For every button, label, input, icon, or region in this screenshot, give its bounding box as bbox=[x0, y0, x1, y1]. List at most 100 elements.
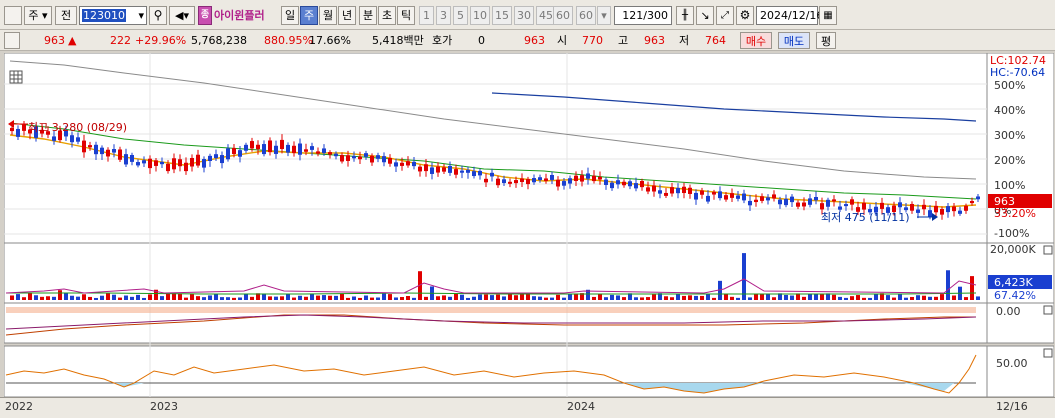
candle-body bbox=[190, 157, 194, 167]
candle-body bbox=[124, 154, 128, 165]
theme-badge[interactable]: 종 bbox=[198, 6, 212, 25]
candle-body bbox=[862, 202, 866, 210]
candle-type-icon[interactable]: ╫ bbox=[676, 6, 694, 25]
candle-body bbox=[694, 192, 698, 200]
candle-body bbox=[958, 210, 962, 214]
volume-bar bbox=[358, 297, 362, 300]
candle-body bbox=[478, 170, 482, 176]
period-daily[interactable]: 일 bbox=[281, 6, 299, 25]
candle-body bbox=[472, 171, 476, 177]
rsi-panel-close-icon[interactable] bbox=[1043, 348, 1053, 358]
volume-bar bbox=[454, 293, 458, 300]
candle-body bbox=[460, 170, 464, 173]
volume-bar bbox=[460, 294, 464, 300]
period-monthly[interactable]: 월 bbox=[319, 6, 337, 25]
interval-dropdown[interactable]: ▾ bbox=[597, 6, 611, 25]
settings-icon[interactable]: ⚙ bbox=[736, 6, 754, 25]
osc-panel-close-icon[interactable] bbox=[1043, 305, 1053, 315]
period-minute[interactable]: 분 bbox=[359, 6, 377, 25]
candle-body bbox=[772, 194, 776, 199]
quote-menu[interactable] bbox=[4, 32, 20, 49]
candle-body bbox=[940, 208, 944, 215]
candle-body bbox=[766, 197, 770, 201]
volume-bar bbox=[22, 297, 26, 300]
candle-body bbox=[250, 141, 254, 149]
interval-5[interactable]: 5 bbox=[453, 6, 468, 25]
candle-body bbox=[550, 174, 554, 180]
candle-body bbox=[592, 175, 596, 182]
volume-bar bbox=[916, 295, 920, 300]
volume-bar bbox=[706, 293, 710, 300]
volume-bar bbox=[166, 293, 170, 300]
stock-chart[interactable]: 최고 3,280 (08/29) 최저 475 (11/11) LC:102.7… bbox=[4, 53, 1054, 397]
code-input[interactable]: 123010 ▾ bbox=[79, 6, 147, 25]
hoga-label: 호가 bbox=[432, 34, 453, 47]
candle-body bbox=[496, 178, 500, 186]
period-second[interactable]: 초 bbox=[378, 6, 396, 25]
candle-body bbox=[406, 161, 410, 166]
grid-toggle-icon[interactable] bbox=[9, 70, 23, 84]
candle-body bbox=[310, 146, 314, 150]
candle-body bbox=[226, 148, 230, 160]
speaker-icon[interactable]: ◀▾ bbox=[169, 6, 195, 25]
volume-bar bbox=[520, 293, 524, 300]
candle-body bbox=[442, 167, 446, 172]
interval-1[interactable]: 1 bbox=[419, 6, 434, 25]
candle-body bbox=[16, 128, 20, 137]
volume-bar bbox=[436, 296, 440, 300]
volume-panel-close-icon[interactable] bbox=[1043, 245, 1053, 255]
count-display[interactable]: 121/300 bbox=[614, 6, 672, 25]
market-dropdown[interactable]: 전 bbox=[55, 6, 77, 25]
candle-body bbox=[412, 161, 416, 167]
candle-body bbox=[652, 185, 656, 192]
candle-body bbox=[520, 178, 524, 183]
candle-body bbox=[316, 151, 320, 154]
volume-ratio: 880.95% bbox=[264, 34, 313, 47]
hoga-value: 0 bbox=[478, 34, 485, 47]
interval-custom[interactable]: 60 bbox=[576, 6, 596, 25]
candle-body bbox=[556, 179, 560, 187]
volume-bar bbox=[394, 297, 398, 300]
candle-body bbox=[574, 175, 578, 181]
interval-10[interactable]: 10 bbox=[470, 6, 490, 25]
hc-label: HC:-70.64 bbox=[990, 66, 1045, 79]
candle-body bbox=[820, 203, 824, 210]
interval-60[interactable]: 60 bbox=[553, 6, 573, 25]
draw-tool-icon[interactable]: ↘ bbox=[696, 6, 714, 25]
date-field[interactable]: 2024/12/16 bbox=[756, 6, 823, 25]
candle-body bbox=[334, 153, 338, 157]
volume-bar bbox=[862, 297, 866, 300]
interval-15[interactable]: 15 bbox=[492, 6, 512, 25]
sell-button[interactable]: 매도 bbox=[778, 32, 810, 49]
candle-body bbox=[568, 178, 572, 184]
candle-body bbox=[22, 123, 26, 131]
period-tick[interactable]: 틱 bbox=[397, 6, 415, 25]
volume-bar bbox=[784, 294, 788, 300]
candle-body bbox=[88, 145, 92, 148]
interval-30[interactable]: 30 bbox=[514, 6, 534, 25]
compare-icon[interactable]: ⤢ bbox=[716, 6, 734, 25]
volume-bar bbox=[712, 297, 716, 300]
period-yearly[interactable]: 년 bbox=[338, 6, 356, 25]
candle-body bbox=[346, 155, 350, 161]
volume-bar bbox=[886, 295, 890, 300]
candle-body bbox=[418, 166, 422, 172]
candle-body bbox=[634, 183, 638, 189]
interval-3[interactable]: 3 bbox=[436, 6, 451, 25]
candle-body bbox=[640, 180, 644, 188]
market-select[interactable]: 주 ▾ bbox=[24, 6, 52, 25]
volume-bar bbox=[184, 297, 188, 300]
search-icon[interactable]: ⚲ bbox=[149, 6, 167, 25]
average-button[interactable]: 평 bbox=[816, 32, 836, 49]
volume-bar bbox=[346, 297, 350, 300]
period-weekly[interactable]: 주 bbox=[300, 6, 318, 25]
candle-body bbox=[904, 207, 908, 211]
buy-button[interactable]: 매수 bbox=[740, 32, 772, 49]
window-icon[interactable] bbox=[4, 6, 22, 25]
volume-bar bbox=[844, 297, 848, 300]
calendar-icon[interactable]: ▦ bbox=[819, 6, 837, 25]
candle-body bbox=[184, 162, 188, 172]
candle-body bbox=[286, 144, 290, 153]
volume-bar bbox=[850, 296, 854, 300]
candle-body bbox=[970, 201, 974, 204]
